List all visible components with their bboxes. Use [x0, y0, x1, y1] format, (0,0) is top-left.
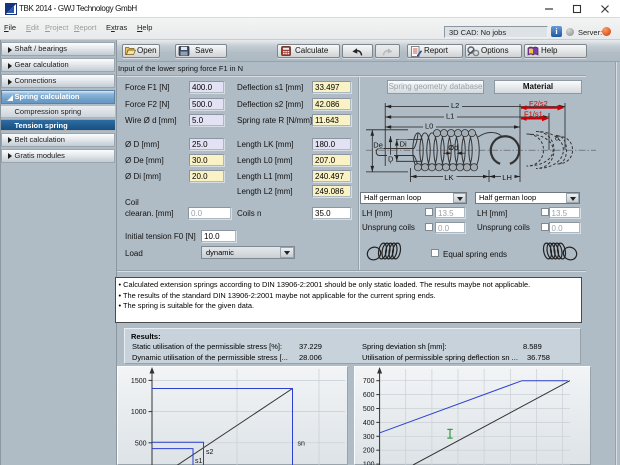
svg-text:L2: L2 [451, 101, 459, 110]
svg-text:F2/s2: F2/s2 [529, 99, 548, 108]
svg-text:De: De [373, 141, 383, 150]
svg-text:D: D [388, 154, 394, 163]
svg-text:600: 600 [363, 392, 375, 399]
svg-text:700: 700 [363, 378, 375, 385]
svg-text:1500: 1500 [131, 378, 147, 385]
svg-text:LK: LK [444, 173, 453, 182]
svg-text:F1/s1: F1/s1 [524, 110, 543, 119]
svg-text:100: 100 [363, 462, 375, 465]
svg-text:500: 500 [135, 440, 147, 447]
svg-text:500: 500 [363, 406, 375, 413]
svg-text:Ød: Ød [448, 143, 458, 152]
svg-text:Di: Di [400, 139, 407, 148]
svg-text:300: 300 [363, 434, 375, 441]
svg-text:s1: s1 [195, 458, 203, 465]
svg-text:400: 400 [363, 420, 375, 427]
svg-text:δ: δ [555, 136, 559, 143]
svg-text:200: 200 [363, 448, 375, 455]
svg-text:s2: s2 [206, 449, 214, 456]
svg-text:sn: sn [298, 441, 306, 448]
svg-text:L1: L1 [446, 112, 454, 121]
svg-text:L0: L0 [425, 122, 433, 131]
svg-text:LH: LH [502, 173, 512, 182]
svg-text:1000: 1000 [131, 409, 147, 416]
